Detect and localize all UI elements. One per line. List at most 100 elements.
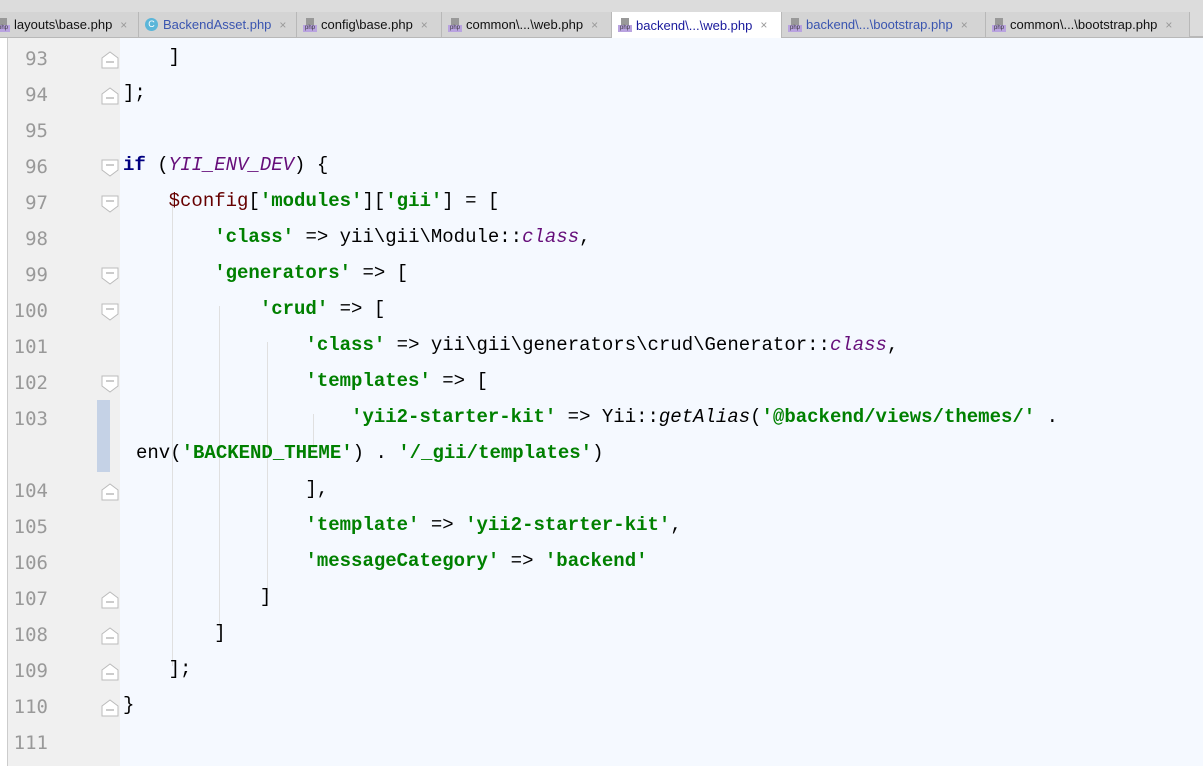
- code-line: 98 'class' => yii\gii\Module::class,: [0, 222, 1203, 258]
- code-line: 106 'messageCategory' => 'backend': [0, 546, 1203, 582]
- code-token: 'crud': [259, 298, 329, 320]
- fold-end-icon[interactable]: [101, 483, 119, 501]
- line-number: 93: [25, 48, 48, 70]
- code-line: 99 'generators' => [: [0, 258, 1203, 294]
- fold-collapse-icon[interactable]: [101, 303, 119, 321]
- code-text: ];: [123, 82, 146, 104]
- code-token: '@backend/views/themes/': [761, 406, 1036, 428]
- close-tab-icon[interactable]: ×: [421, 18, 428, 32]
- code-token: => yii\gii\Module::: [294, 226, 523, 248]
- close-tab-icon[interactable]: ×: [961, 18, 968, 32]
- tab-label: BackendAsset.php: [163, 17, 272, 32]
- php-file-icon: [448, 17, 462, 32]
- code-token: ]: [123, 586, 272, 608]
- line-number: 110: [13, 696, 48, 718]
- code-text: 'class' => yii\gii\Module::class,: [123, 226, 591, 248]
- line-number: 108: [13, 624, 48, 646]
- code-token: ,: [579, 226, 591, 248]
- line-number: 99: [25, 264, 48, 286]
- fold-collapse-icon[interactable]: [101, 375, 119, 393]
- code-token: class: [522, 226, 580, 248]
- close-tab-icon[interactable]: ×: [760, 18, 767, 32]
- php-file-icon: [618, 18, 632, 32]
- code-line: 95: [0, 114, 1203, 150]
- fold-end-icon[interactable]: [101, 591, 119, 609]
- tab-4[interactable]: backend\...\web.php ×: [612, 12, 782, 38]
- code-token: 'yii2-starter-kit': [465, 514, 671, 536]
- code-token: =>: [419, 514, 466, 536]
- code-text: 'template' => 'yii2-starter-kit',: [123, 514, 682, 536]
- line-number: 98: [25, 228, 48, 250]
- tab-2[interactable]: config\base.php ×: [297, 12, 442, 37]
- code-token: ]: [123, 622, 226, 644]
- code-token: env(: [136, 442, 182, 464]
- code-line: 101 'class' => yii\gii\generators\crud\G…: [0, 330, 1203, 366]
- code-token: 'yii2-starter-kit': [351, 406, 557, 428]
- tab-3[interactable]: common\...\web.php ×: [442, 12, 612, 37]
- close-tab-icon[interactable]: ×: [591, 18, 598, 32]
- tab-0[interactable]: layouts\base.php ×: [0, 12, 139, 37]
- code-token: 'class': [214, 226, 295, 248]
- code-token: => [: [351, 262, 409, 284]
- line-number: 104: [13, 480, 48, 502]
- code-token: ,: [670, 514, 682, 536]
- code-token: 'template': [305, 514, 420, 536]
- code-token: ) {: [294, 154, 329, 176]
- code-text: 'templates' => [: [123, 370, 488, 392]
- code-token: if: [123, 154, 146, 176]
- line-number: 103: [13, 408, 48, 430]
- code-line: 96 if (YII_ENV_DEV) {: [0, 150, 1203, 186]
- code-token: ][: [362, 190, 386, 212]
- code-token: (: [750, 406, 762, 428]
- code-line: 100 'crud' => [: [0, 294, 1203, 330]
- fold-collapse-icon[interactable]: [101, 267, 119, 285]
- code-token: YII_ENV_DEV: [168, 154, 295, 176]
- code-token: 'templates': [305, 370, 431, 392]
- tab-label: layouts\base.php: [14, 17, 113, 32]
- code-line: 108 ]: [0, 618, 1203, 654]
- fold-collapse-icon[interactable]: [101, 159, 119, 177]
- code-token: (: [145, 154, 169, 176]
- line-number: 101: [13, 336, 48, 358]
- line-number: 97: [25, 192, 48, 214]
- code-editor[interactable]: 93 ] 94]; 95 96 if (YII_ENV_DEV) {97 $config…: [0, 42, 1203, 762]
- code-token: ];: [123, 658, 192, 680]
- tab-label: backend\...\web.php: [636, 17, 753, 33]
- fold-collapse-icon[interactable]: [101, 195, 119, 213]
- close-tab-icon[interactable]: ×: [1165, 18, 1172, 32]
- code-token: => [: [430, 370, 488, 392]
- code-token: $config: [168, 190, 249, 212]
- code-text: $config['modules']['gii'] = [: [123, 190, 500, 212]
- code-line: 97 $config['modules']['gii'] = [: [0, 186, 1203, 222]
- code-text: ]: [123, 622, 226, 644]
- code-text: ]: [123, 46, 180, 68]
- code-text: 'crud' => [: [123, 298, 385, 320]
- code-token: 'messageCategory': [305, 550, 500, 572]
- php-file-icon: [303, 17, 317, 32]
- tab-5[interactable]: backend\...\bootstrap.php ×: [782, 12, 986, 37]
- line-number: 100: [13, 300, 48, 322]
- fold-end-icon[interactable]: [101, 663, 119, 681]
- code-line: 111: [0, 726, 1203, 762]
- close-tab-icon[interactable]: ×: [120, 18, 127, 32]
- tab-1[interactable]: C BackendAsset.php ×: [139, 12, 297, 37]
- tab-label: common\...\bootstrap.php: [1010, 17, 1158, 32]
- fold-end-icon[interactable]: [101, 699, 119, 717]
- fold-end-icon[interactable]: [101, 51, 119, 69]
- tab-label: backend\...\bootstrap.php: [806, 17, 953, 32]
- line-number: 111: [13, 732, 48, 754]
- code-text: env('BACKEND_THEME') . '/_gii/templates'…: [136, 442, 604, 464]
- code-line: 103 'yii2-starter-kit' => Yii::getAlias(…: [0, 402, 1203, 438]
- close-tab-icon[interactable]: ×: [279, 18, 286, 32]
- fold-end-icon[interactable]: [101, 87, 119, 105]
- code-token: => [: [328, 298, 386, 320]
- fold-end-icon[interactable]: [101, 627, 119, 645]
- tab-6[interactable]: common\...\bootstrap.php ×: [986, 12, 1190, 37]
- php-file-icon: [788, 17, 802, 32]
- code-text: 'class' => yii\gii\generators\crud\Gener…: [123, 334, 898, 356]
